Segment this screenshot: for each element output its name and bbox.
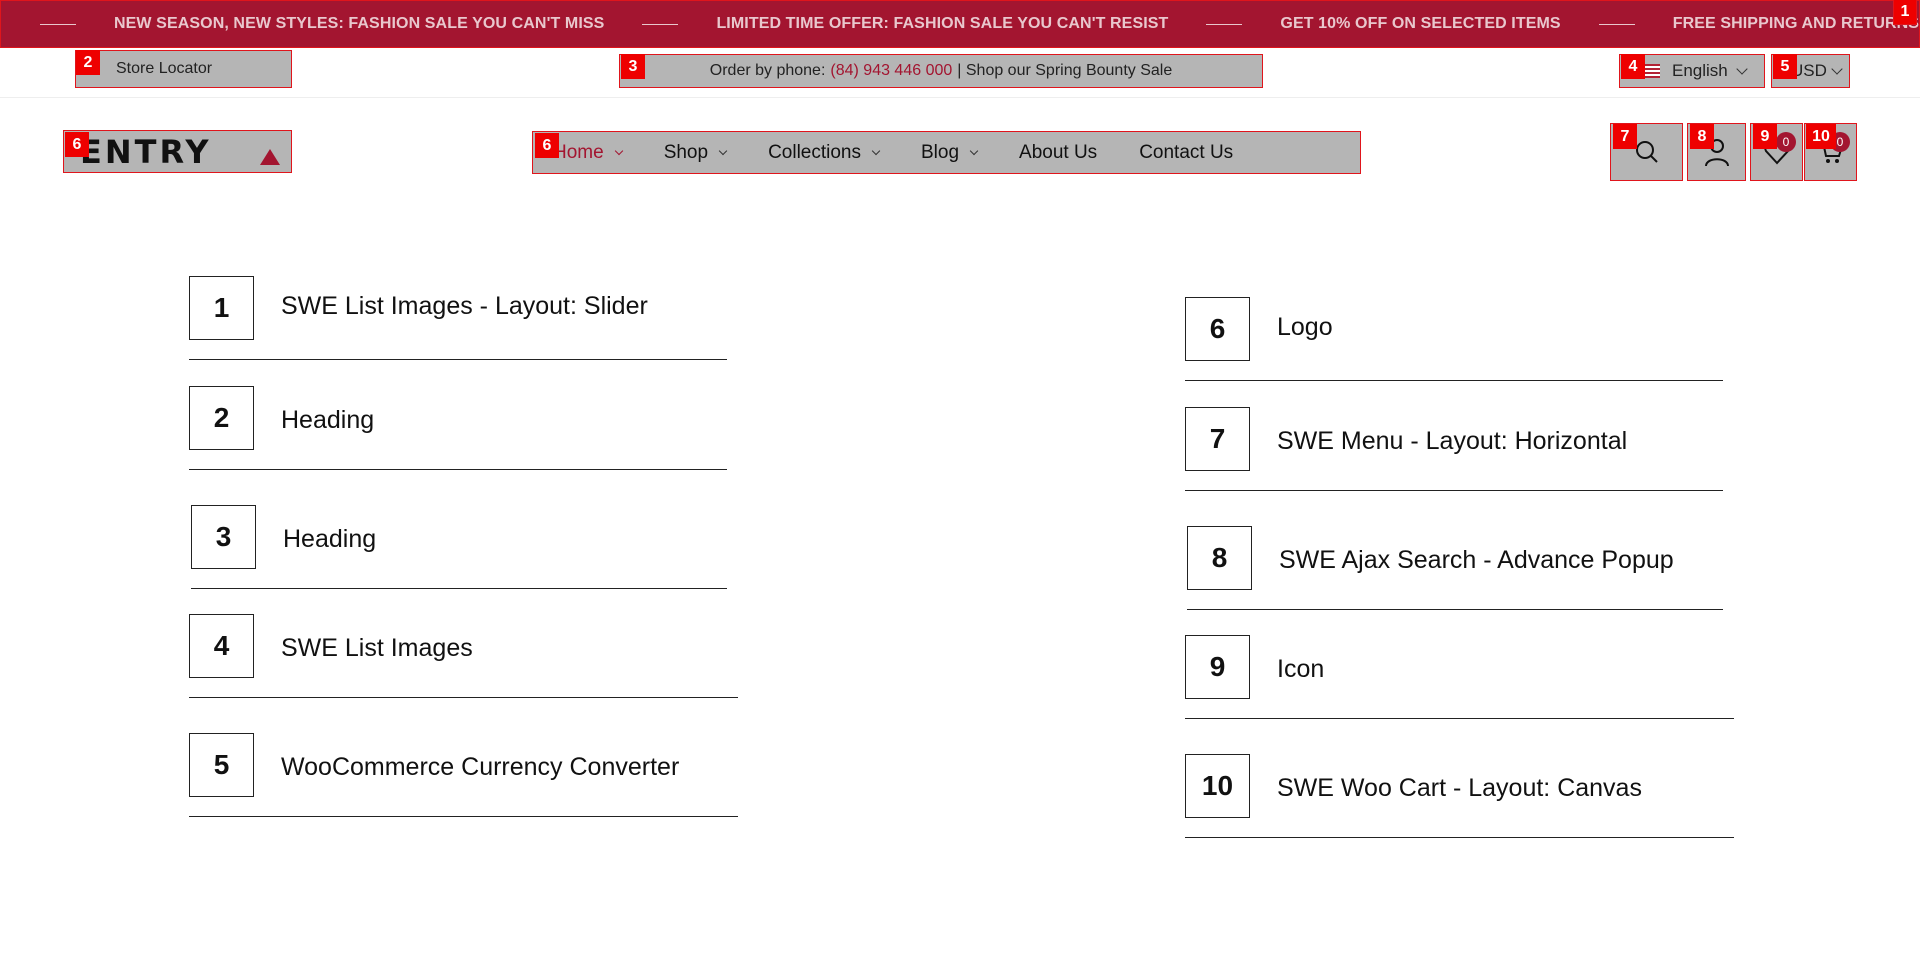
phone-link[interactable]: (84) 943 446 000	[830, 62, 952, 80]
annotation-tag-4: 4	[1621, 54, 1645, 79]
legend-label: SWE Ajax Search - Advance Popup	[1279, 546, 1674, 574]
legend-label: Heading	[281, 406, 375, 434]
announcement-item: NEW SEASON, NEW STYLES: FASHION SALE YOU…	[40, 15, 642, 33]
annotation-tag-7: 7	[1613, 124, 1637, 149]
announcement-track: NEW SEASON, NEW STYLES: FASHION SALE YOU…	[0, 15, 1920, 33]
legend-number: 3	[191, 505, 256, 569]
annotation-tag-6-menu: 6	[535, 133, 559, 158]
legend-number: 9	[1185, 635, 1250, 699]
announcement-item: GET 10% OFF ON SELECTED ITEMS	[1206, 15, 1598, 33]
legend-number: 8	[1187, 526, 1252, 590]
logo-text: ENTRY	[80, 137, 212, 167]
nav-label: Shop	[663, 141, 709, 163]
legend-label: SWE List Images - Layout: Slider	[281, 292, 648, 320]
nav-label: Blog	[921, 141, 960, 163]
legend-number: 4	[189, 614, 254, 678]
legend-number: 2	[189, 386, 254, 450]
nav-label: Home	[553, 141, 604, 163]
order-suffix: | Shop our Spring Bounty Sale	[957, 62, 1173, 79]
order-prefix: Order by phone:	[709, 62, 826, 79]
announcement-item: LIMITED TIME OFFER: FASHION SALE YOU CAN…	[642, 15, 1206, 33]
annotation-tag-8: 8	[1690, 124, 1714, 149]
divider	[40, 23, 76, 25]
chevron-down-icon	[718, 146, 728, 155]
entry-logo-icon: ENTRY	[80, 137, 280, 167]
legend-item: 1 SWE List Images - Layout: Slider	[189, 276, 727, 360]
legend-label: Heading	[283, 525, 377, 553]
legend-item: 4 SWE List Images	[189, 614, 738, 698]
nav-item-about[interactable]: About Us	[1019, 142, 1097, 164]
announcement-text: LIMITED TIME OFFER: FASHION SALE YOU CAN…	[716, 15, 1169, 32]
announcement-item: FREE SHIPPING AND RETURNS	[1598, 15, 1920, 33]
divider	[1598, 23, 1635, 25]
legend-label: SWE Menu - Layout: Horizontal	[1277, 427, 1628, 455]
announcement-text: NEW SEASON, NEW STYLES: FASHION SALE YOU…	[114, 15, 605, 32]
language-label: English	[1672, 61, 1728, 80]
annotation-tag-9: 9	[1753, 124, 1777, 149]
annotation-tag-5: 5	[1773, 54, 1797, 79]
divider	[642, 23, 679, 25]
legend-item: 2 Heading	[189, 386, 727, 470]
annotation-tag-6-logo: 6	[65, 132, 89, 157]
legend-label: Icon	[1277, 655, 1325, 683]
legend-item: 10 SWE Woo Cart - Layout: Canvas	[1185, 754, 1734, 838]
chevron-down-icon	[1736, 62, 1748, 75]
logo[interactable]: ENTRY	[63, 130, 292, 173]
nav-item-home[interactable]: Home	[553, 141, 623, 164]
main-menu: Home Shop Collections Blog About Us Cont…	[532, 131, 1361, 174]
legend-label: SWE List Images	[281, 634, 473, 662]
wishlist-count-badge: 0	[1776, 132, 1796, 152]
store-locator-link[interactable]: Store Locator	[75, 50, 292, 88]
chevron-down-icon	[871, 146, 881, 155]
us-flag-icon	[1644, 64, 1660, 78]
legend-label: SWE Woo Cart - Layout: Canvas	[1277, 774, 1642, 802]
announcement-bar: NEW SEASON, NEW STYLES: FASHION SALE YOU…	[0, 0, 1920, 48]
nav-label: Contact Us	[1139, 141, 1234, 163]
annotation-tag-2: 2	[76, 50, 100, 75]
legend-number: 7	[1185, 407, 1250, 471]
nav-label: Collections	[768, 141, 861, 163]
site-header: ENTRY Home Shop Collections Blog About U…	[0, 98, 1920, 208]
legend-item: 3 Heading	[191, 505, 727, 589]
chevron-down-icon	[1831, 62, 1843, 75]
announcement-text: FREE SHIPPING AND RETURNS	[1672, 15, 1920, 32]
legend-number: 6	[1185, 297, 1250, 361]
annotation-tag-10: 10	[1806, 124, 1836, 149]
legend-item: 7 SWE Menu - Layout: Horizontal	[1185, 407, 1723, 491]
nav-item-collections[interactable]: Collections	[768, 141, 881, 164]
nav-label: About Us	[1019, 141, 1098, 163]
announcement-text: GET 10% OFF ON SELECTED ITEMS	[1280, 15, 1561, 32]
legend-number: 1	[189, 276, 254, 340]
nav-item-shop[interactable]: Shop	[663, 141, 728, 164]
chevron-down-icon	[614, 146, 623, 155]
chevron-down-icon	[969, 146, 979, 155]
legend-item: 5 WooCommerce Currency Converter	[189, 733, 738, 817]
store-locator-label: Store Locator	[116, 60, 213, 77]
legend-item: 6 Logo	[1185, 297, 1723, 381]
divider	[1206, 23, 1243, 25]
nav-item-blog[interactable]: Blog	[921, 141, 979, 164]
legend-item: 8 SWE Ajax Search - Advance Popup	[1187, 526, 1723, 610]
legend-label: Logo	[1277, 313, 1333, 341]
order-phone-text: Order by phone: (84) 943 446 000 | Shop …	[619, 54, 1263, 88]
legend-label: WooCommerce Currency Converter	[281, 753, 680, 781]
legend-item: 9 Icon	[1185, 635, 1734, 719]
nav-item-contact[interactable]: Contact Us	[1139, 142, 1233, 164]
annotation-tag-1: 1	[1893, 0, 1917, 25]
legend-number: 10	[1185, 754, 1250, 818]
annotation-tag-3: 3	[621, 54, 645, 79]
legend-number: 5	[189, 733, 254, 797]
